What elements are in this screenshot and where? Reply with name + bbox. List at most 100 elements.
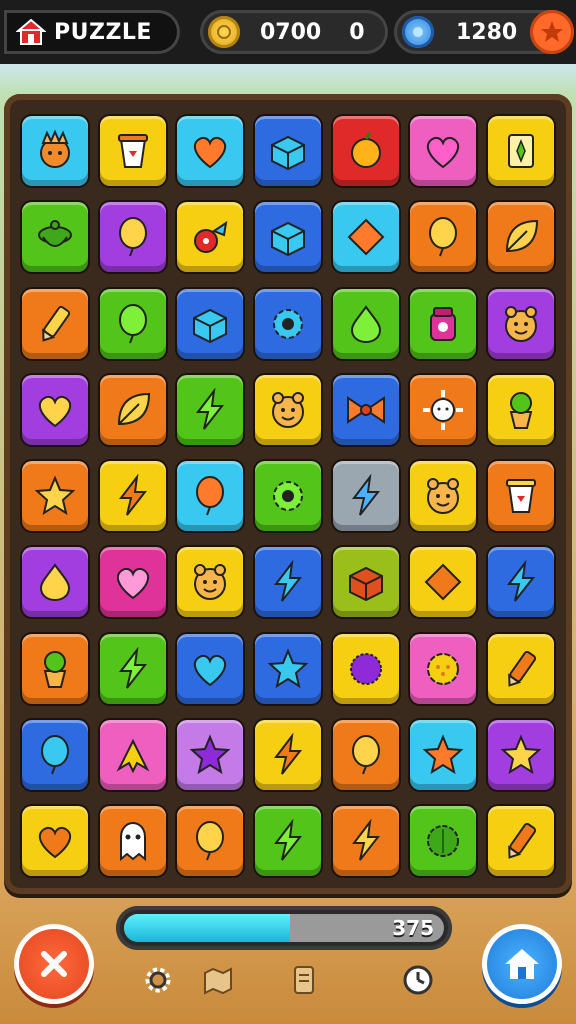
tile-star[interactable] — [255, 633, 321, 704]
bolt-icon — [118, 646, 147, 689]
tile-gear[interactable] — [255, 288, 321, 359]
tile-bolt[interactable] — [332, 461, 399, 531]
tile-bolt[interactable] — [177, 374, 244, 445]
tile-leaf[interactable] — [99, 374, 166, 445]
tile-balloon[interactable] — [177, 806, 244, 876]
map-button[interactable] — [200, 962, 236, 998]
tile-balloon[interactable] — [332, 719, 399, 790]
face-icon — [505, 305, 537, 342]
tile-bolt[interactable] — [99, 461, 166, 531]
heart-icon — [38, 826, 72, 859]
tile-star[interactable] — [177, 719, 244, 790]
tile-heart[interactable] — [177, 116, 244, 186]
tile-bush[interactable] — [410, 806, 477, 876]
bow-icon — [346, 395, 385, 424]
star-icon — [500, 734, 542, 774]
tile-balloon[interactable] — [99, 202, 166, 273]
diamond-icon — [424, 563, 462, 601]
scroll-icon — [294, 966, 314, 994]
gem-icon — [402, 16, 434, 48]
timer-button[interactable] — [400, 962, 436, 998]
box-icon — [193, 308, 228, 343]
tile-star[interactable] — [410, 719, 477, 790]
tile-candy[interactable] — [177, 202, 244, 273]
tile-bolt[interactable] — [255, 547, 321, 618]
tile-bolt[interactable] — [255, 806, 321, 876]
tile-diamond[interactable] — [332, 202, 399, 273]
tile-card[interactable] — [488, 116, 554, 186]
tile-box[interactable] — [332, 547, 399, 618]
tile-gear[interactable] — [255, 461, 321, 531]
heart-icon — [194, 654, 227, 686]
tile-heart[interactable] — [99, 547, 166, 618]
tile-drop[interactable] — [332, 288, 399, 359]
gear-icon — [273, 308, 303, 339]
tile-crayon[interactable] — [22, 288, 88, 359]
tile-plant[interactable] — [488, 374, 554, 445]
tile-fruit[interactable] — [332, 116, 399, 186]
cup-icon — [506, 479, 536, 513]
tile-box[interactable] — [255, 202, 321, 273]
pot-icon — [38, 220, 72, 248]
arrow-icon — [116, 738, 150, 773]
tile-crayon[interactable] — [488, 806, 554, 876]
scroll-button[interactable] — [286, 962, 322, 998]
box-icon — [348, 567, 383, 602]
tile-star[interactable] — [488, 719, 554, 790]
tile-star[interactable] — [22, 461, 88, 531]
tile-leaf[interactable] — [488, 202, 554, 273]
tile-bolt[interactable] — [255, 719, 321, 790]
tile-drop[interactable] — [22, 547, 88, 618]
gear-icon — [145, 967, 171, 993]
tile-heart[interactable] — [177, 633, 244, 704]
tile-pot[interactable] — [22, 202, 88, 273]
crayon-icon — [42, 305, 71, 342]
add-gems-button[interactable] — [530, 10, 574, 54]
tile-bolt[interactable] — [488, 547, 554, 618]
tile-plant[interactable] — [22, 633, 88, 704]
tile-cup[interactable] — [488, 461, 554, 531]
tile-face[interactable] — [410, 461, 477, 531]
tile-crayon[interactable] — [488, 633, 554, 704]
tile-sun[interactable] — [410, 374, 477, 445]
tile-flower[interactable] — [410, 633, 477, 704]
gear-icon — [273, 481, 303, 511]
coin-counter: 0700 0 — [200, 10, 388, 54]
tile-box[interactable] — [177, 288, 244, 359]
tile-ghost[interactable] — [99, 806, 166, 876]
tile-face[interactable] — [177, 547, 244, 618]
tile-cup[interactable] — [99, 116, 166, 186]
settings-button[interactable] — [140, 962, 176, 998]
tile-creature[interactable] — [22, 116, 88, 186]
map-icon — [204, 967, 232, 995]
drop-icon — [350, 304, 381, 343]
balloon-icon — [196, 821, 225, 861]
tile-bolt[interactable] — [99, 633, 166, 704]
tile-face[interactable] — [255, 374, 321, 445]
star-icon — [34, 475, 76, 516]
close-button[interactable] — [14, 924, 94, 1004]
tile-bow[interactable] — [332, 374, 399, 445]
tile-blob[interactable] — [332, 633, 399, 704]
game-board — [4, 94, 572, 894]
tile-heart[interactable] — [22, 806, 88, 876]
tile-face[interactable] — [488, 288, 554, 359]
coin-icon — [208, 16, 240, 48]
leaf-icon — [505, 220, 539, 253]
tile-balloon[interactable] — [177, 461, 244, 531]
tile-balloon[interactable] — [99, 288, 166, 359]
balloon-icon — [41, 734, 69, 775]
home-button[interactable] — [482, 924, 562, 1004]
tile-diamond[interactable] — [410, 547, 477, 618]
tile-bolt[interactable] — [332, 806, 399, 876]
balloon-icon — [351, 734, 380, 775]
tile-arrow[interactable] — [99, 719, 166, 790]
tile-jar[interactable] — [410, 288, 477, 359]
tile-heart[interactable] — [410, 116, 477, 186]
tile-heart[interactable] — [22, 374, 88, 445]
bolt-icon — [506, 560, 536, 602]
tile-box[interactable] — [255, 116, 321, 186]
tile-balloon[interactable] — [410, 202, 477, 273]
bush-icon — [427, 825, 460, 857]
tile-balloon[interactable] — [22, 719, 88, 790]
